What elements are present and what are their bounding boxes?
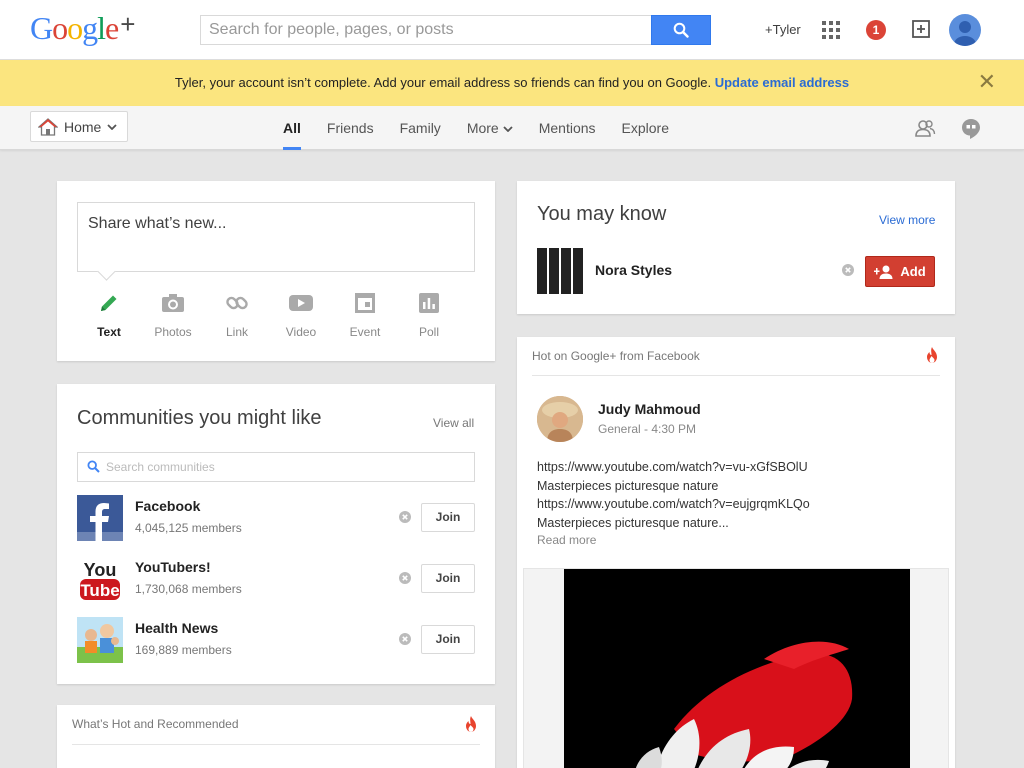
dismiss-icon[interactable]	[399, 633, 411, 645]
read-more-link[interactable]: Read more	[537, 533, 596, 547]
tab-all[interactable]: All	[283, 106, 301, 150]
post-link[interactable]: https://www.youtube.com/watch?v=eujgrqmK…	[537, 495, 937, 514]
post-text-line: Masterpieces picturesque nature...	[537, 515, 729, 530]
search-icon	[673, 22, 689, 38]
join-button[interactable]: Join	[421, 564, 475, 593]
post-text-line: Masterpieces picturesque nature	[537, 478, 719, 493]
share-box: Share what’s new... Text Photos Link Vid…	[57, 181, 495, 361]
stream-tabs: All Friends Family More Mentions Explore	[270, 106, 682, 150]
chevron-down-icon	[107, 123, 117, 130]
link-icon	[226, 296, 248, 310]
facebook-thumbnail[interactable]	[77, 495, 123, 541]
communities-card: Communities you might like View all Sear…	[57, 384, 495, 684]
home-icon	[38, 117, 58, 136]
profile-link[interactable]: +Tyler	[765, 22, 801, 37]
community-row: Facebook 4,045,125 members Join	[77, 495, 477, 541]
google-plus-logo[interactable]: Google+	[30, 9, 135, 47]
community-name[interactable]: Health News	[135, 620, 218, 636]
search-input[interactable]: Search for people, pages, or posts	[200, 15, 652, 45]
tab-explore[interactable]: Explore	[622, 106, 669, 150]
whats-hot-title: What’s Hot and Recommended	[72, 717, 239, 731]
post-author[interactable]: Judy Mahmoud	[598, 401, 701, 417]
whats-hot-card: What’s Hot and Recommended	[57, 705, 495, 768]
person-name[interactable]: Nora Styles	[595, 262, 672, 278]
share-photos-button[interactable]: Photos	[141, 289, 205, 339]
post-meta: General - 4:30 PM	[598, 422, 697, 436]
account-incomplete-banner: Tyler, your account isn’t complete. Add …	[0, 60, 1024, 106]
health-news-thumbnail[interactable]	[77, 617, 123, 663]
share-event-button[interactable]: Event	[333, 289, 397, 339]
people-icon[interactable]	[914, 117, 936, 144]
share-link-button[interactable]: Link	[205, 289, 269, 339]
author-avatar[interactable]	[537, 396, 583, 442]
community-name[interactable]: YouTubers!	[135, 559, 211, 575]
join-button[interactable]: Join	[421, 503, 475, 532]
share-actions: Text Photos Link Video Event Poll	[77, 289, 477, 339]
community-members: 169,889 members	[135, 643, 232, 657]
account-avatar[interactable]	[949, 14, 981, 46]
calendar-icon	[355, 293, 375, 313]
community-members: 1,730,068 members	[135, 582, 242, 596]
tab-more[interactable]: More	[467, 106, 513, 150]
community-search-input[interactable]: Search communities	[77, 452, 475, 482]
top-bar: Google+ Search for people, pages, or pos…	[0, 0, 1024, 60]
dismiss-icon[interactable]	[399, 511, 411, 523]
share-video-button[interactable]: Video	[269, 289, 333, 339]
person-photo[interactable]	[537, 248, 583, 294]
notification-badge[interactable]: 1	[866, 20, 886, 40]
fire-icon	[466, 716, 476, 732]
you-may-know-title: You may know	[537, 203, 667, 225]
close-icon[interactable]: ✕	[978, 60, 996, 104]
svg-text:Tube: Tube	[80, 581, 119, 600]
hot-from-facebook-card: Hot on Google+ from Facebook Judy Mahmou…	[517, 337, 955, 768]
chevron-down-icon	[503, 126, 513, 133]
tab-friends[interactable]: Friends	[327, 106, 374, 150]
community-row: Health News 169,889 members Join	[77, 617, 477, 663]
dismiss-icon[interactable]	[399, 572, 411, 584]
tab-mentions[interactable]: Mentions	[539, 106, 596, 150]
camera-icon	[162, 294, 184, 312]
hangouts-icon[interactable]	[960, 117, 982, 146]
tab-family[interactable]: Family	[400, 106, 441, 150]
banner-message: Tyler, your account isn’t complete. Add …	[174, 75, 712, 90]
view-more-link[interactable]: View more	[879, 213, 935, 227]
hot-facebook-title: Hot on Google+ from Facebook	[532, 349, 700, 363]
pencil-icon	[101, 295, 117, 311]
view-all-link[interactable]: View all	[433, 416, 474, 430]
share-poll-button[interactable]: Poll	[397, 289, 461, 339]
video-icon	[289, 295, 313, 311]
divider	[72, 744, 480, 745]
community-name[interactable]: Facebook	[135, 498, 200, 514]
you-may-know-card: You may know View more Nora Styles Add	[517, 181, 955, 314]
search-icon	[87, 460, 100, 473]
youtube-thumbnail[interactable]: You Tube	[77, 556, 123, 602]
community-members: 4,045,125 members	[135, 521, 242, 535]
home-dropdown[interactable]: Home	[30, 111, 128, 142]
poll-icon	[419, 293, 439, 313]
apps-grid-icon[interactable]	[822, 21, 840, 39]
post-link[interactable]: https://www.youtube.com/watch?v=vu-xGfSB…	[537, 458, 937, 477]
share-plus-icon[interactable]	[911, 19, 931, 44]
add-person-icon	[874, 265, 893, 279]
communities-title: Communities you might like	[77, 407, 322, 429]
post-body: https://www.youtube.com/watch?v=vu-xGfSB…	[537, 458, 937, 532]
share-input[interactable]: Share what’s new...	[77, 202, 475, 272]
post-media	[523, 568, 949, 768]
post-image[interactable]	[564, 569, 910, 768]
update-email-link[interactable]: Update email address	[715, 75, 849, 90]
share-text-button[interactable]: Text	[77, 289, 141, 339]
dismiss-icon[interactable]	[842, 264, 854, 276]
divider	[532, 375, 940, 376]
community-row: You Tube YouTubers! 1,730,068 members Joi…	[77, 556, 477, 602]
home-label: Home	[64, 118, 102, 135]
fire-icon	[927, 347, 937, 363]
add-person-button[interactable]: Add	[865, 256, 935, 287]
search-button[interactable]	[651, 15, 711, 45]
join-button[interactable]: Join	[421, 625, 475, 654]
svg-text:You: You	[84, 560, 117, 580]
stream-nav-bar: Home All Friends Family More Mentions Ex…	[0, 106, 1024, 150]
